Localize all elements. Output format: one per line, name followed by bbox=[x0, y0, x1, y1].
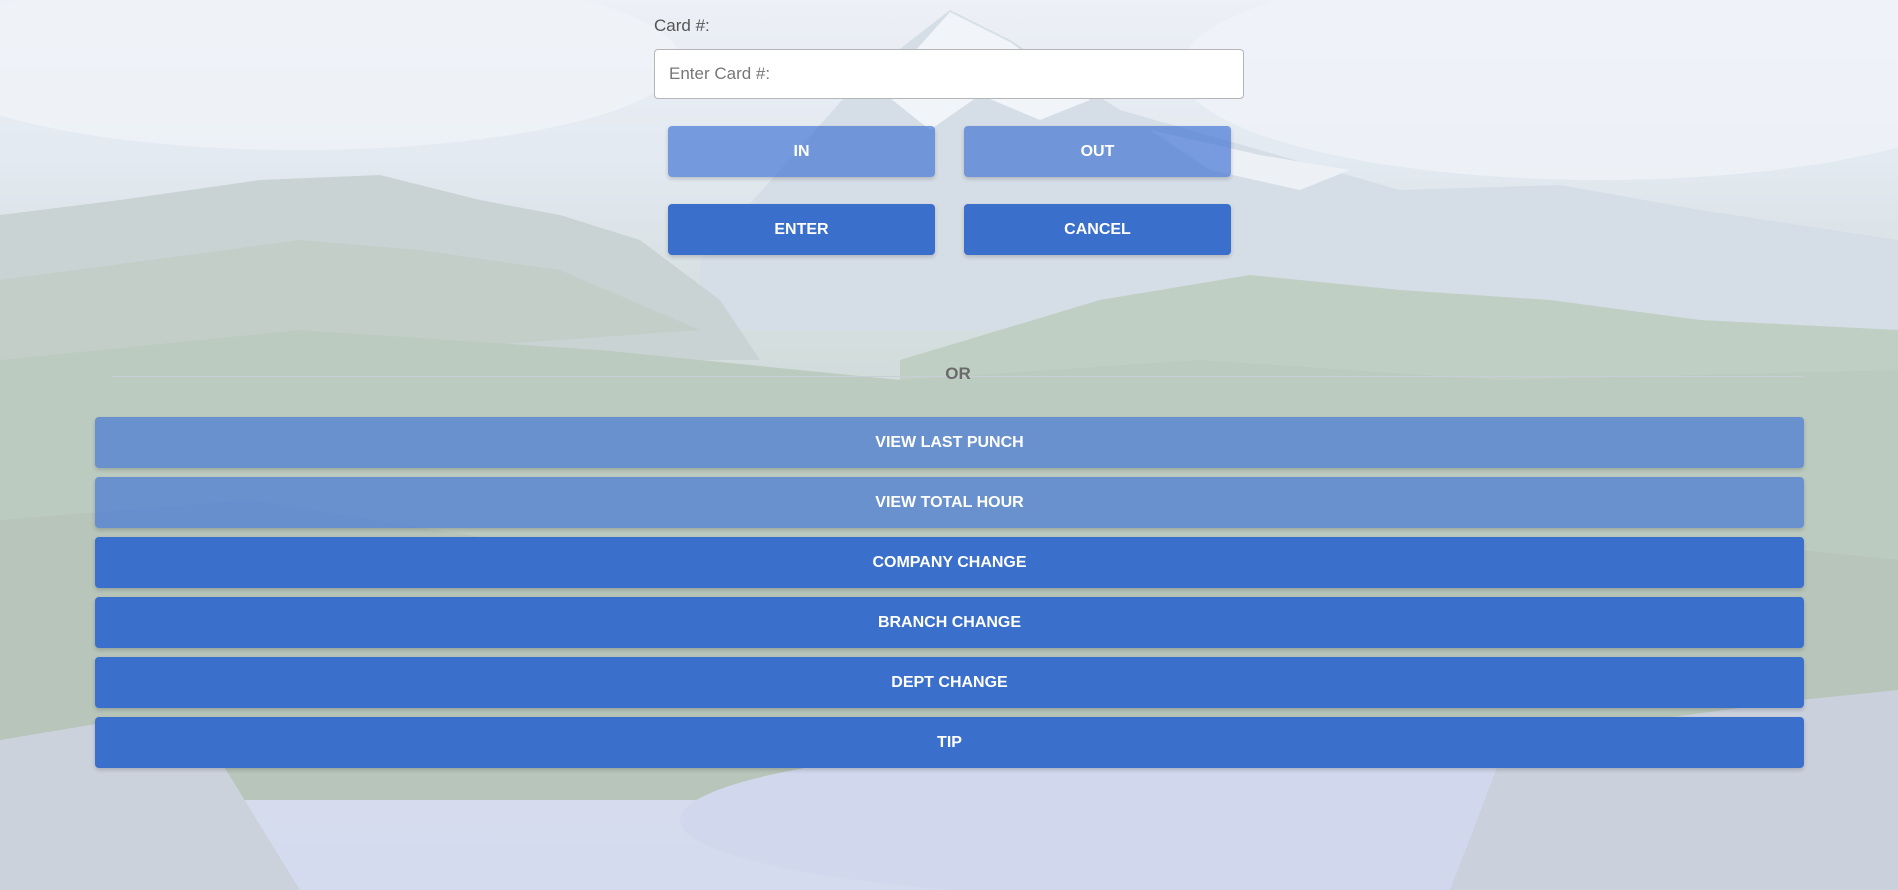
company-change-button[interactable]: COMPANY CHANGE bbox=[95, 537, 1804, 588]
time-clock-panel: Card #: IN OUT ENTER CANCEL OR VIEW LAST… bbox=[0, 0, 1898, 890]
card-number-label: Card #: bbox=[654, 16, 710, 35]
cancel-button[interactable]: CANCEL bbox=[964, 204, 1231, 255]
branch-change-button[interactable]: BRANCH CHANGE bbox=[95, 597, 1804, 648]
in-button[interactable]: IN bbox=[668, 126, 935, 177]
card-number-input[interactable] bbox=[654, 49, 1244, 99]
enter-button[interactable]: ENTER bbox=[668, 204, 935, 255]
or-divider-text: OR bbox=[945, 364, 971, 383]
or-divider: OR bbox=[112, 362, 1804, 392]
out-button[interactable]: OUT bbox=[964, 126, 1231, 177]
view-last-punch-button[interactable]: VIEW LAST PUNCH bbox=[95, 417, 1804, 468]
view-total-hour-button[interactable]: VIEW TOTAL HOUR bbox=[95, 477, 1804, 528]
tip-button[interactable]: TIP bbox=[95, 717, 1804, 768]
dept-change-button[interactable]: DEPT CHANGE bbox=[95, 657, 1804, 708]
